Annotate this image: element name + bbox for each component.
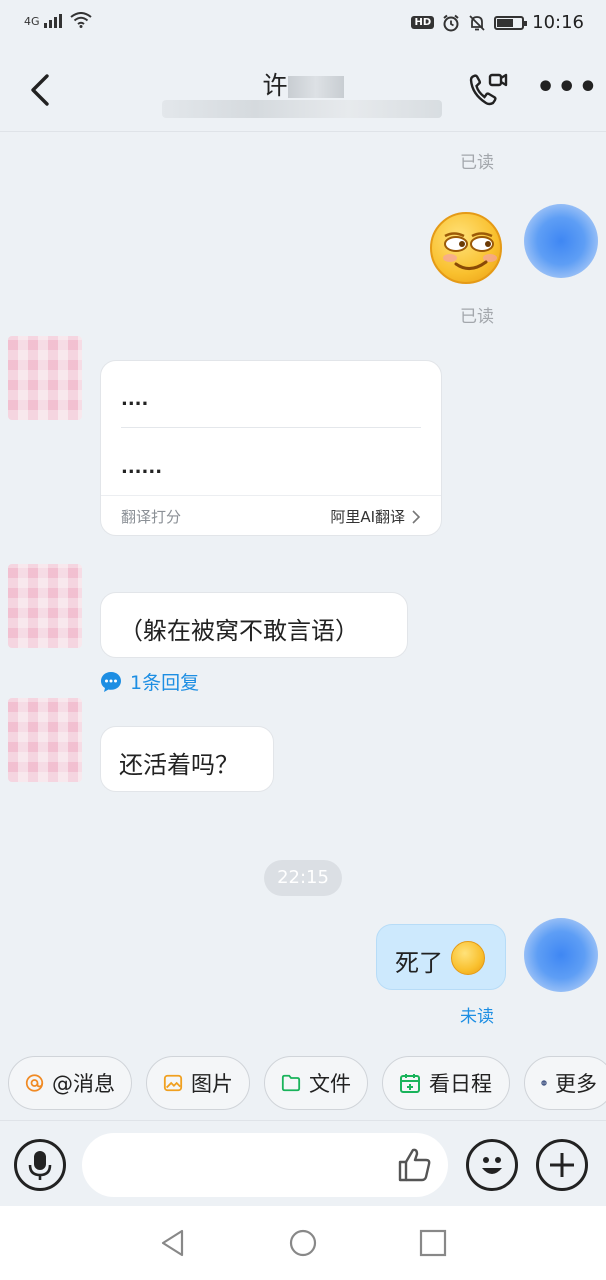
nav-home-icon[interactable] xyxy=(288,1228,318,1258)
chip-label: 图片 xyxy=(191,1072,233,1096)
thumbs-up-icon[interactable] xyxy=(394,1145,434,1185)
folder-icon xyxy=(281,1074,301,1092)
reply-count: 1条回复 xyxy=(130,672,200,694)
self-avatar[interactable] xyxy=(524,918,598,992)
wifi-icon xyxy=(69,12,92,28)
rate-translation-link[interactable]: 翻译打分 xyxy=(121,506,181,527)
contact-avatar[interactable] xyxy=(8,698,82,782)
video-call-icon[interactable] xyxy=(466,70,510,110)
network-type: 4G xyxy=(24,15,40,28)
smirk-emoji-icon xyxy=(451,941,485,975)
smiley-icon xyxy=(482,1157,502,1174)
chip-label: 更多 xyxy=(555,1072,597,1096)
message-text: （躲在被窝不敢言语） xyxy=(119,617,359,645)
message-bubble[interactable]: （躲在被窝不敢言语） xyxy=(100,592,408,658)
chat-title: 许 xyxy=(0,66,606,102)
status-bar: 4G HD 10:16 xyxy=(0,0,606,52)
system-nav-bar xyxy=(0,1206,606,1280)
self-message-bubble[interactable]: 死了 xyxy=(376,924,506,990)
clock: 10:16 xyxy=(532,12,584,33)
mute-bell-icon xyxy=(469,14,485,31)
reply-thread-link[interactable]: 1条回复 xyxy=(100,668,199,695)
name-redaction xyxy=(287,76,344,98)
chip-label: @消息 xyxy=(52,1072,115,1096)
message-text-field[interactable] xyxy=(102,1149,382,1181)
chat-header: 许 ••• xyxy=(0,52,606,132)
chip-files[interactable]: 文件 xyxy=(264,1056,368,1110)
unread-status: 未读 xyxy=(460,1007,494,1027)
smirk-face-icon xyxy=(443,232,497,270)
more-dots-icon[interactable]: ••• xyxy=(536,73,600,103)
card-footer: 翻译打分 阿里AI翻译 xyxy=(101,495,441,537)
message-text: 还活着吗？ xyxy=(119,751,239,779)
self-avatar[interactable] xyxy=(524,204,598,278)
voice-button[interactable] xyxy=(14,1139,66,1191)
plus-icon xyxy=(550,1153,574,1177)
at-icon xyxy=(25,1074,44,1092)
read-status: 已读 xyxy=(460,153,494,173)
plus-button[interactable] xyxy=(536,1139,588,1191)
card-divider xyxy=(121,427,421,428)
time-divider: 22:15 xyxy=(264,860,342,896)
microphone-icon xyxy=(28,1151,52,1180)
image-icon xyxy=(163,1074,183,1092)
signal-icon xyxy=(43,14,62,28)
contact-avatar[interactable] xyxy=(8,564,82,648)
ali-ai-translate-link[interactable]: 阿里AI翻译 xyxy=(330,506,405,527)
chevron-right-icon xyxy=(412,510,421,524)
subtitle-redaction xyxy=(162,100,442,118)
contact-name: 许 xyxy=(262,71,288,100)
message-text: 死了 xyxy=(395,949,443,977)
nav-back-icon[interactable] xyxy=(158,1228,188,1258)
alarm-icon xyxy=(443,14,459,31)
smirk-emoji-sticker[interactable] xyxy=(430,212,502,284)
input-bar xyxy=(0,1120,606,1206)
calendar-icon xyxy=(400,1074,420,1093)
nav-recents-icon[interactable] xyxy=(418,1228,448,1258)
card-text-2: ...... xyxy=(121,457,163,478)
card-text-1: .... xyxy=(121,389,149,410)
contact-avatar[interactable] xyxy=(8,336,82,420)
emoji-button[interactable] xyxy=(466,1139,518,1191)
chip-label: 文件 xyxy=(309,1072,351,1096)
more-icon xyxy=(541,1080,547,1086)
message-bubble[interactable]: 还活着吗？ xyxy=(100,726,274,792)
translation-card[interactable]: .... ...... 翻译打分 阿里AI翻译 xyxy=(100,360,442,536)
chip-schedule[interactable]: 看日程 xyxy=(382,1056,510,1110)
chip-label: 看日程 xyxy=(429,1072,492,1096)
chip-images[interactable]: 图片 xyxy=(146,1056,250,1110)
message-input[interactable] xyxy=(82,1133,448,1197)
read-status: 已读 xyxy=(460,307,494,327)
network-indicator: 4G xyxy=(24,12,92,28)
status-right: HD 10:16 xyxy=(411,12,584,33)
chip-at-message[interactable]: @消息 xyxy=(8,1056,132,1110)
battery-icon xyxy=(494,15,528,30)
reply-bubble-icon xyxy=(101,671,121,692)
chip-more[interactable]: 更多 xyxy=(524,1056,606,1110)
hd-badge: HD xyxy=(411,16,435,29)
